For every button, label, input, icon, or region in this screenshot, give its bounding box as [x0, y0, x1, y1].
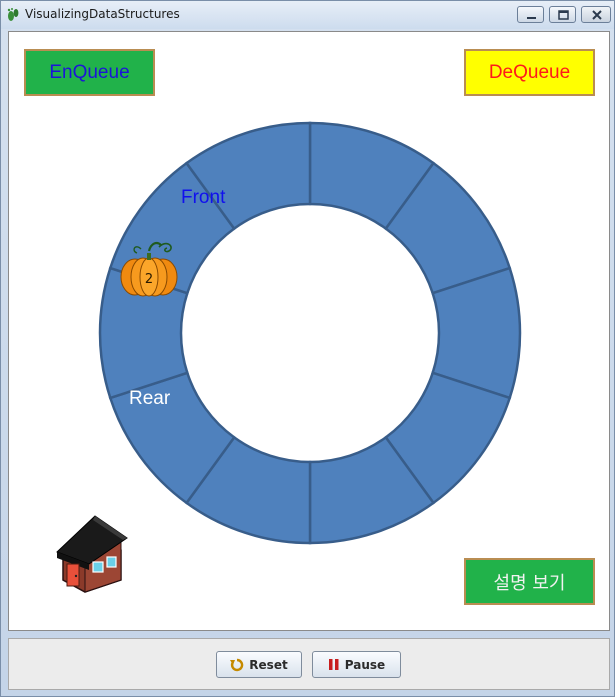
reset-label: Reset: [249, 657, 288, 672]
maximize-button[interactable]: [549, 6, 576, 23]
ring-segments: [98, 121, 522, 545]
rear-label: Rear: [129, 388, 171, 409]
circular-queue-ring: Front Rear 2: [56, 121, 522, 593]
house-icon: [56, 515, 128, 593]
reset-button[interactable]: Reset: [216, 651, 302, 678]
close-icon: [592, 10, 602, 20]
minimize-icon: [527, 17, 536, 19]
maximize-icon: [558, 10, 569, 20]
app-footprint-icon: [7, 8, 19, 21]
close-button[interactable]: [581, 6, 611, 23]
minimize-button[interactable]: [517, 6, 544, 23]
title-bar[interactable]: VisualizingDataStructures: [1, 1, 614, 29]
window-title: VisualizingDataStructures: [25, 7, 180, 21]
show-explanation-button[interactable]: 설명 보기: [464, 558, 595, 605]
pause-icon: [328, 659, 339, 670]
front-label: Front: [181, 187, 226, 208]
control-bar: Reset Pause: [8, 638, 610, 690]
reset-icon: [230, 658, 244, 671]
visualization-canvas: EnQueue DeQueue Front Rear 2 설명 보기: [8, 31, 610, 631]
pumpkin-label: 2: [145, 272, 153, 287]
app-window: VisualizingDataStructures EnQueue DeQueu…: [0, 0, 615, 697]
pause-label: Pause: [344, 657, 386, 672]
pause-button[interactable]: Pause: [312, 651, 401, 678]
